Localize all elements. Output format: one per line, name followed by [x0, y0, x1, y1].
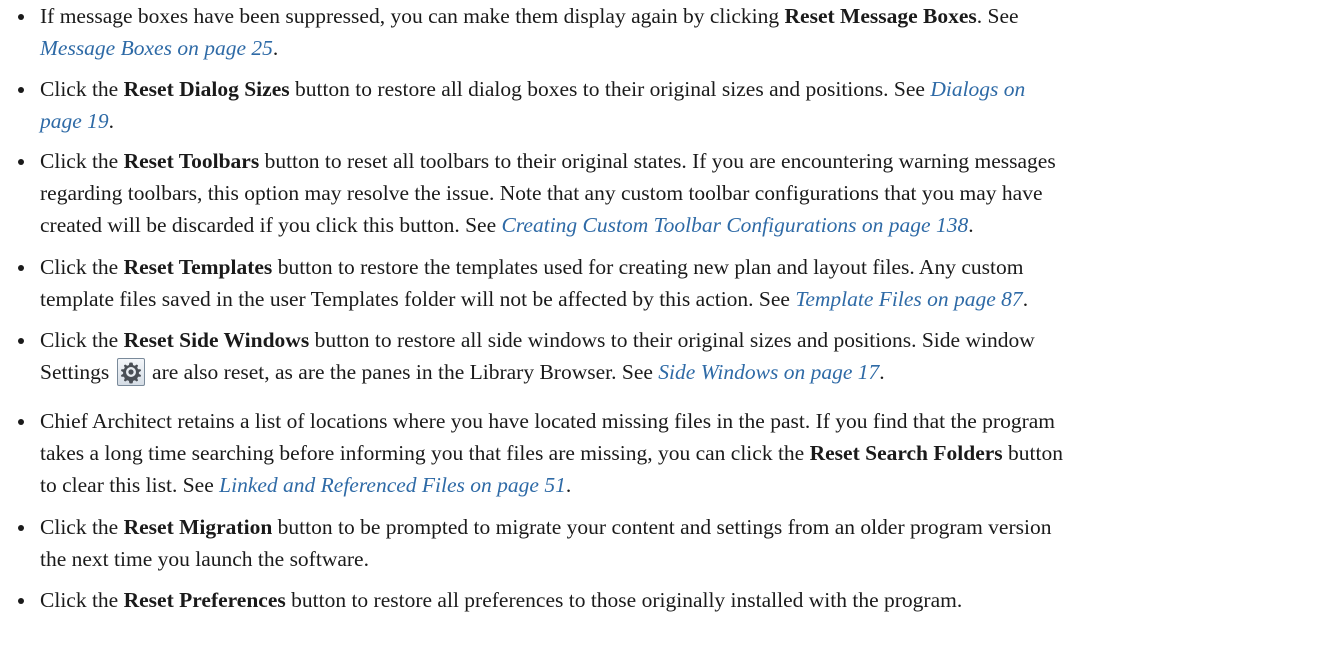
- text-span: are also reset, as are the panes in the …: [146, 360, 659, 384]
- text-span: template files saved in the user Templat…: [40, 287, 796, 311]
- text-line: Click the Reset Dialog Sizes button to r…: [40, 73, 1327, 105]
- text-line: template files saved in the user Templat…: [40, 283, 1327, 315]
- text-span: .: [879, 360, 885, 384]
- list-item-reset-dialog-sizes: Click the Reset Dialog Sizes button to r…: [0, 73, 1335, 137]
- link-custom-toolbar-configurations[interactable]: Creating Custom Toolbar Configurations o…: [502, 213, 969, 237]
- bullet-icon: [18, 598, 24, 604]
- text-span: . See: [976, 4, 1019, 28]
- text-span: Click the: [40, 149, 124, 173]
- text-span: button to restore all side windows to th…: [309, 328, 1035, 352]
- text-line: Click the Reset Preferences button to re…: [40, 584, 1327, 616]
- link-side-windows[interactable]: Side Windows on page 17: [658, 360, 879, 384]
- link-linked-referenced-files[interactable]: Linked and Referenced Files on page 51: [219, 473, 566, 497]
- text-line: If message boxes have been suppressed, y…: [40, 0, 1327, 32]
- text-line: takes a long time searching before infor…: [40, 437, 1327, 469]
- text-line: page 19.: [40, 105, 1327, 137]
- text-span: Click the: [40, 328, 124, 352]
- bold-label-reset-preferences: Reset Preferences: [123, 588, 286, 612]
- text-line: the next time you launch the software.: [40, 547, 369, 571]
- text-span: Click the: [40, 588, 124, 612]
- bold-label-reset-dialog-sizes: Reset Dialog Sizes: [123, 77, 290, 101]
- link-dialogs-page[interactable]: page 19: [40, 109, 109, 133]
- bold-label-reset-migration: Reset Migration: [123, 515, 273, 539]
- list-item-reset-toolbars: Click the Reset Toolbars button to reset…: [0, 145, 1335, 241]
- link-template-files[interactable]: Template Files on page 87: [795, 287, 1022, 311]
- text-span: takes a long time searching before infor…: [40, 441, 810, 465]
- bullet-icon: [18, 14, 24, 20]
- list-item-reset-preferences: Click the Reset Preferences button to re…: [0, 584, 1335, 616]
- text-span: .: [272, 36, 279, 60]
- bullet-icon: [18, 525, 24, 531]
- text-line: Message Boxes on page 25.: [40, 32, 1327, 64]
- text-line: Click the Reset Templates button to rest…: [40, 251, 1327, 283]
- text-span: button to restore the templates used for…: [272, 255, 1024, 279]
- gear-icon[interactable]: [116, 358, 145, 386]
- list-item-reset-search-folders: Chief Architect retains a list of locati…: [0, 405, 1335, 501]
- text-line: Click the Reset Toolbars button to reset…: [40, 145, 1327, 177]
- text-line: Chief Architect retains a list of locati…: [40, 409, 1056, 433]
- text-span: button to reset all toolbars to their or…: [259, 149, 1056, 173]
- text-span: .: [108, 109, 115, 133]
- list-item-reset-message-boxes: If message boxes have been suppressed, y…: [0, 0, 1335, 64]
- list-item-reset-migration: Click the Reset Migration button to be p…: [0, 511, 1335, 575]
- text-span: button to be prompted to migrate your co…: [272, 515, 1052, 539]
- document-page: If message boxes have been suppressed, y…: [0, 0, 1335, 646]
- text-span: .: [565, 473, 572, 497]
- bullet-icon: [18, 159, 24, 165]
- text-span: button to restore all preferences to tho…: [285, 588, 963, 612]
- bullet-icon: [18, 87, 24, 93]
- bold-label-reset-message-boxes: Reset Message Boxes: [784, 4, 977, 28]
- link-message-boxes[interactable]: Message Boxes on page 25: [40, 36, 273, 60]
- text-line: to clear this list. See Linked and Refer…: [40, 469, 1327, 501]
- text-span: button: [1002, 441, 1063, 465]
- text-span: Click the: [40, 515, 124, 539]
- text-span: Click the: [40, 255, 124, 279]
- link-dialogs[interactable]: Dialogs on: [930, 77, 1025, 101]
- bullet-icon: [18, 338, 24, 344]
- text-line: regarding toolbars, this option may reso…: [40, 181, 1043, 205]
- text-span: to clear this list. See: [40, 473, 220, 497]
- bold-label-reset-side-windows: Reset Side Windows: [123, 328, 310, 352]
- text-span: Click the: [40, 77, 124, 101]
- text-line: created will be discarded if you click t…: [40, 209, 1327, 241]
- text-span: .: [968, 213, 974, 237]
- list-item-reset-templates: Click the Reset Templates button to rest…: [0, 251, 1335, 315]
- bullet-icon: [18, 265, 24, 271]
- text-line: Click the Reset Side Windows button to r…: [40, 324, 1327, 356]
- text-span: .: [1022, 287, 1029, 311]
- text-line: Click the Reset Migration button to be p…: [40, 511, 1327, 543]
- text-span: created will be discarded if you click t…: [40, 213, 502, 237]
- bold-label-reset-templates: Reset Templates: [123, 255, 273, 279]
- text-span: If message boxes have been suppressed, y…: [40, 4, 785, 28]
- bold-label-reset-search-folders: Reset Search Folders: [809, 441, 1003, 465]
- list-item-reset-side-windows: Click the Reset Side Windows button to r…: [0, 324, 1335, 388]
- bullet-icon: [18, 419, 24, 425]
- text-span: Settings: [40, 360, 110, 384]
- text-span: button to restore all dialog boxes to th…: [289, 77, 931, 101]
- text-line: Settings are also reset, as are the pane…: [40, 356, 1327, 388]
- bold-label-reset-toolbars: Reset Toolbars: [123, 149, 260, 173]
